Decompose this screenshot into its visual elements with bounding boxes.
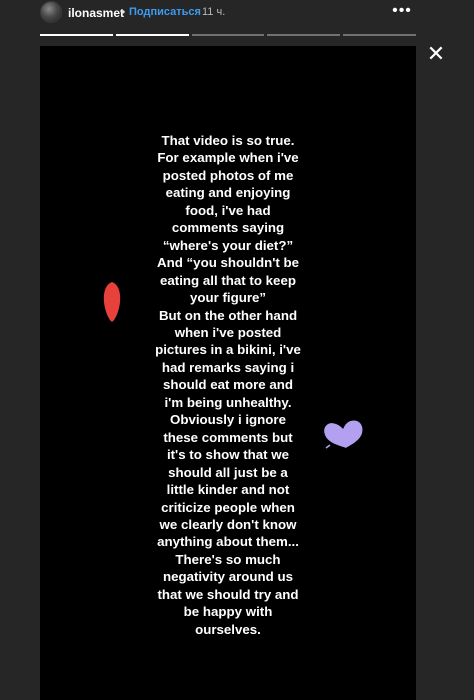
- story-text-line: That video is so true.: [161, 133, 295, 148]
- story-text-line: we clearly don't know: [159, 516, 297, 532]
- story-text-line: that we should try and: [157, 586, 299, 602]
- story-text-line: i'm being unhealthy.: [164, 394, 292, 410]
- username[interactable]: ilonasmet: [68, 6, 124, 20]
- story-text: That video is so true. For example when i…: [40, 132, 416, 638]
- more-dots-icon[interactable]: •••: [390, 0, 414, 24]
- progress-segment: [191, 34, 265, 36]
- story-text-line: And “you shouldn't be: [156, 255, 300, 271]
- close-icon[interactable]: ✕: [424, 42, 448, 66]
- story-text-line: criticize people when: [161, 499, 295, 515]
- story-text-line: anything about them...: [157, 534, 299, 550]
- story-text-line: eating and enjoying: [165, 185, 291, 201]
- timestamp: 11 ч.: [202, 6, 226, 18]
- story-text-line: But on the other hand: [158, 307, 298, 323]
- story-text-line: posted photos of me: [162, 167, 294, 183]
- story-text-line: “where's your diet?”: [162, 237, 294, 253]
- follow-button[interactable]: Подписаться: [129, 6, 201, 18]
- story-text-line: be happy with: [183, 604, 273, 620]
- story-text-line: ourselves.: [195, 621, 261, 637]
- story-progress: [40, 34, 416, 36]
- story-text-line: There's so much: [175, 551, 281, 567]
- story-text-line: your figure”: [189, 290, 267, 306]
- story-text-line: negativity around us: [162, 569, 294, 585]
- story-text-line: pictures in a bikini, i've: [155, 342, 301, 358]
- story-text-line: little kinder and not: [166, 482, 290, 498]
- separator-dot: •: [121, 5, 126, 19]
- story-text-line: should all just be a: [168, 464, 288, 480]
- progress-segment: [40, 34, 113, 36]
- story-header: ilonasmet • Подписаться 11 ч. •••: [0, 0, 474, 30]
- story-text-line: when i've posted: [174, 324, 282, 340]
- avatar[interactable]: [40, 1, 62, 23]
- story-viewer: ilonasmet • Подписаться 11 ч. ••• That v…: [0, 0, 474, 700]
- purple-heart-sticker: [324, 420, 363, 449]
- story-text-line: had remarks saying i: [161, 359, 295, 375]
- story-text-line: For example when i've: [157, 150, 299, 166]
- progress-segment: [343, 34, 416, 36]
- story-text-line: food, i've had: [185, 202, 271, 218]
- story-text-line: eating all that to keep: [160, 272, 296, 288]
- story-text-line: should eat more and: [162, 377, 294, 393]
- progress-segment: [115, 34, 189, 36]
- progress-segment: [267, 34, 341, 36]
- story-text-line: comments saying: [171, 220, 285, 236]
- red-drop-sticker: [103, 282, 121, 322]
